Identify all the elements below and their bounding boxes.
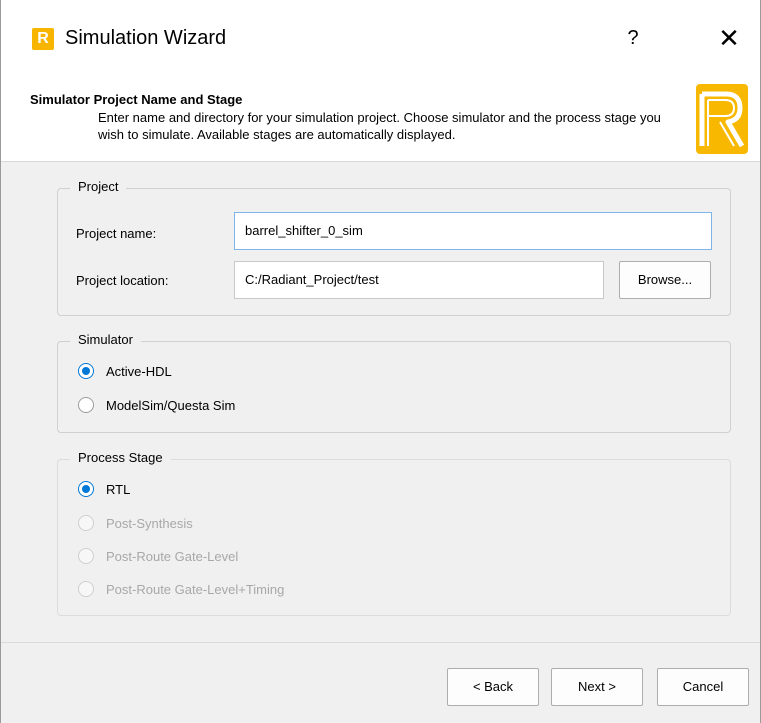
radio-button xyxy=(78,581,94,597)
radio-button[interactable] xyxy=(78,397,94,413)
close-icon[interactable]: ✕ xyxy=(713,22,745,54)
process-stage-group: Process Stage RTL Post-Synthesis Post-Ro… xyxy=(57,450,731,616)
window-title: Simulation Wizard xyxy=(65,27,227,49)
project-name-input[interactable]: barrel_shifter_0_sim xyxy=(234,212,712,250)
cancel-button[interactable]: Cancel xyxy=(657,668,749,706)
simulator-group-legend: Simulator xyxy=(70,332,141,347)
project-group-legend: Project xyxy=(70,179,127,194)
radio-label: RTL xyxy=(106,481,131,497)
process-stage-group-legend: Process Stage xyxy=(70,450,171,465)
radio-button[interactable] xyxy=(78,363,94,379)
stage-option-rtl[interactable]: RTL xyxy=(78,477,130,501)
radio-button[interactable] xyxy=(78,481,94,497)
wizard-header: Simulator Project Name and Stage Enter n… xyxy=(1,80,760,162)
radio-label: Post-Route Gate-Level xyxy=(106,548,239,564)
simulator-option-modelsim[interactable]: ModelSim/Questa Sim xyxy=(78,393,235,417)
simulator-group: Simulator Active-HDL ModelSim/Questa Sim xyxy=(57,332,731,433)
page-title: Simulator Project Name and Stage xyxy=(30,92,243,107)
radio-label: Post-Route Gate-Level+Timing xyxy=(106,581,285,597)
help-button[interactable]: ? xyxy=(621,22,645,54)
stage-option-post-route-gate-level: Post-Route Gate-Level xyxy=(78,544,238,568)
radiant-brand-icon xyxy=(696,84,748,154)
simulation-wizard-window: R Simulation Wizard ? ✕ Simulator Projec… xyxy=(0,0,761,723)
stage-option-post-route-gate-level-timing: Post-Route Gate-Level+Timing xyxy=(78,577,284,601)
radio-label: Active-HDL xyxy=(106,363,172,379)
project-location-label: Project location: xyxy=(76,273,169,288)
next-button[interactable]: Next > xyxy=(551,668,643,706)
project-group: Project Project name: barrel_shifter_0_s… xyxy=(57,179,731,316)
project-location-input[interactable]: C:/Radiant_Project/test xyxy=(234,261,604,299)
back-button[interactable]: < Back xyxy=(447,668,539,706)
radio-button xyxy=(78,548,94,564)
radio-button xyxy=(78,515,94,531)
stage-option-post-synthesis: Post-Synthesis xyxy=(78,511,193,535)
radio-label: Post-Synthesis xyxy=(106,515,193,531)
footer-divider xyxy=(1,642,760,643)
radiant-logo-icon: R xyxy=(32,28,54,50)
page-description: Enter name and directory for your simula… xyxy=(98,110,661,142)
browse-button[interactable]: Browse... xyxy=(619,261,711,299)
simulator-option-active-hdl[interactable]: Active-HDL xyxy=(78,359,172,383)
title-bar: R Simulation Wizard ? ✕ xyxy=(1,0,760,80)
project-name-label: Project name: xyxy=(76,226,157,241)
radio-label: ModelSim/Questa Sim xyxy=(106,397,236,413)
